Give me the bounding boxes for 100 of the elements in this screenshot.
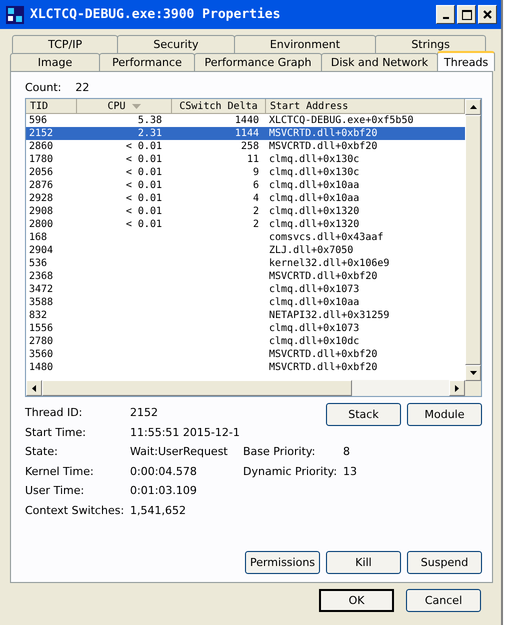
table-cell-text: 2056 xyxy=(28,166,54,179)
panel-button[interactable]: Stack xyxy=(326,403,401,426)
table-row[interactable]: 2908 < 0.01 2 clmq.dll+0x1320 xyxy=(26,205,465,218)
table-cell-text: 2368 xyxy=(28,270,54,283)
table-row[interactable]: 2928 < 0.01 4 clmq.dll+0x10aa xyxy=(26,192,465,205)
table-cell-text: clmq.dll+0x130c xyxy=(268,153,360,166)
close-button[interactable] xyxy=(478,5,497,24)
scrollbar-thumb[interactable] xyxy=(42,380,352,396)
table-cell-text: clmq.dll+0x10aa xyxy=(268,296,360,309)
tab[interactable]: Threads xyxy=(437,51,496,71)
close-icon xyxy=(483,10,492,19)
table-row[interactable]: 2876 < 0.01 6 clmq.dll+0x10aa xyxy=(26,179,465,192)
table-cell-text: 2860 xyxy=(28,140,54,153)
field-label: Thread ID: xyxy=(25,406,84,420)
tab[interactable]: Image xyxy=(10,53,100,71)
table-cell-text: comsvcs.dll+0x43aaf xyxy=(268,231,384,244)
table-row[interactable]: 832 NETAPI32.dll+0x31259 xyxy=(26,309,465,322)
tab[interactable]: Strings xyxy=(375,35,486,53)
table-cell-text: 596 xyxy=(28,114,48,127)
vertical-scrollbar[interactable] xyxy=(465,99,481,396)
scrollbar-thumb[interactable] xyxy=(465,115,481,365)
field-value: Wait:UserRequest xyxy=(130,445,229,458)
table-row[interactable]: 596 5.38 1440 XLCTCQ-DEBUG.exe+0xf5b50 xyxy=(26,114,465,127)
tab[interactable]: Security xyxy=(117,35,235,53)
table-cell-text: 2 xyxy=(252,205,260,218)
table-cell-text: 9 xyxy=(252,166,260,179)
table-cell-text: 11 xyxy=(246,153,260,166)
table-cell-text: ZLJ.dll+0x7050 xyxy=(268,244,354,257)
dialog-button[interactable]: OK xyxy=(319,589,394,612)
table-cell-text: clmq.dll+0x10aa xyxy=(268,192,360,205)
table-row[interactable]: 1780 < 0.01 11 clmq.dll+0x130c xyxy=(26,153,465,166)
table-row[interactable]: 3472 clmq.dll+0x1073 xyxy=(26,283,465,296)
column-header[interactable]: TID xyxy=(26,99,77,113)
table-cell-text: < 0.01 xyxy=(124,179,163,192)
sort-icon xyxy=(132,104,141,108)
app-icon xyxy=(6,6,24,24)
table-cell-text: MSVCRTD.dll+0xbf20 xyxy=(268,348,378,361)
field-value: 11:55:51 2015-12-1 xyxy=(130,426,241,439)
table-cell-text: 1440 xyxy=(234,114,260,127)
table-row[interactable]: 168 comsvcs.dll+0x43aaf xyxy=(26,231,465,244)
table-cell-text: 2780 xyxy=(28,335,54,348)
field-label: Dynamic Priority: xyxy=(243,464,338,478)
dialog-button[interactable]: Cancel xyxy=(406,589,481,612)
maximize-icon xyxy=(462,10,472,20)
table-cell-text: < 0.01 xyxy=(124,140,163,153)
scroll-left-button[interactable] xyxy=(26,380,42,396)
horizontal-scrollbar[interactable] xyxy=(26,380,465,396)
scroll-right-button[interactable] xyxy=(449,380,465,396)
table-cell-text: 2 xyxy=(252,218,260,231)
field-label: State: xyxy=(25,445,59,458)
table-cell-text: clmq.dll+0x1073 xyxy=(268,322,360,335)
table-row[interactable]: 2904 ZLJ.dll+0x7050 xyxy=(26,244,465,257)
column-header[interactable]: CSwitch Delta xyxy=(172,99,266,113)
right-arrow-icon xyxy=(455,384,459,392)
table-row[interactable]: 2056 < 0.01 9 clmq.dll+0x130c xyxy=(26,166,465,179)
field-label: Start Time: xyxy=(25,426,87,439)
table-cell-text: 2908 xyxy=(28,205,54,218)
table-cell-text: clmq.dll+0x10aa xyxy=(268,179,360,192)
table-row[interactable]: 1556 clmq.dll+0x1073 xyxy=(26,322,465,335)
table-cell-text: 5.38 xyxy=(136,114,163,127)
table-row[interactable]: 3588 clmq.dll+0x10aa xyxy=(26,296,465,309)
field-value: 0:00:04.578 xyxy=(130,464,198,478)
panel-button[interactable]: Module xyxy=(407,403,482,426)
left-arrow-icon xyxy=(32,384,36,392)
table-cell-text: 3588 xyxy=(28,296,54,309)
table-cell-text: < 0.01 xyxy=(124,205,163,218)
window-title: XLCTCQ-DEBUG.exe:3900 Properties xyxy=(30,7,282,22)
field-value: 13 xyxy=(343,464,357,478)
field-value: 2152 xyxy=(130,406,159,420)
maximize-button[interactable] xyxy=(457,5,476,24)
action-button[interactable]: Permissions xyxy=(245,551,320,574)
minimize-button[interactable] xyxy=(436,5,455,24)
table-row[interactable]: 2368 MSVCRTD.dll+0xbf20 xyxy=(26,270,465,283)
table-row[interactable]: 3560 MSVCRTD.dll+0xbf20 xyxy=(26,348,465,361)
table-cell-text: kernel32.dll+0x106e9 xyxy=(268,257,390,270)
down-arrow-icon xyxy=(470,370,476,375)
table-row[interactable]: 2152 2.31 1144 MSVCRTD.dll+0xbf20 xyxy=(26,127,465,140)
table-row[interactable]: 2860 < 0.01 258 MSVCRTD.dll+0xbf20 xyxy=(26,140,465,153)
tab[interactable]: Performance Graph xyxy=(194,53,322,71)
scrollbar-corner xyxy=(465,380,481,396)
table-cell-text: clmq.dll+0x10dc xyxy=(268,335,360,348)
table-row[interactable]: 2800 < 0.01 2 clmq.dll+0x1320 xyxy=(26,218,465,231)
scroll-up-button[interactable] xyxy=(465,99,481,115)
table-cell-text: XLCTCQ-DEBUG.exe+0xf5b50 xyxy=(268,114,414,127)
table-cell-text: 2.31 xyxy=(136,127,163,140)
table-row[interactable]: 536 kernel32.dll+0x106e9 xyxy=(26,257,465,270)
table-cell-text: < 0.01 xyxy=(124,166,163,179)
table-cell-text: MSVCRTD.dll+0xbf20 xyxy=(268,127,378,140)
table-cell-text: 6 xyxy=(252,179,260,192)
table-row[interactable]: 2780 clmq.dll+0x10dc xyxy=(26,335,465,348)
table-cell-text: 2904 xyxy=(28,244,54,257)
table-cell-text: clmq.dll+0x130c xyxy=(268,166,360,179)
table-cell-text: 536 xyxy=(28,257,48,270)
tab[interactable]: TCP/IP xyxy=(12,35,118,53)
action-button[interactable]: Suspend xyxy=(407,551,482,574)
table-row[interactable]: 1480 MSVCRTD.dll+0xbf20 xyxy=(26,361,465,374)
column-header[interactable]: CPU xyxy=(77,99,172,113)
action-button[interactable]: Kill xyxy=(326,551,401,574)
scroll-down-button[interactable] xyxy=(465,364,481,381)
table-cell-text: 832 xyxy=(28,309,48,322)
